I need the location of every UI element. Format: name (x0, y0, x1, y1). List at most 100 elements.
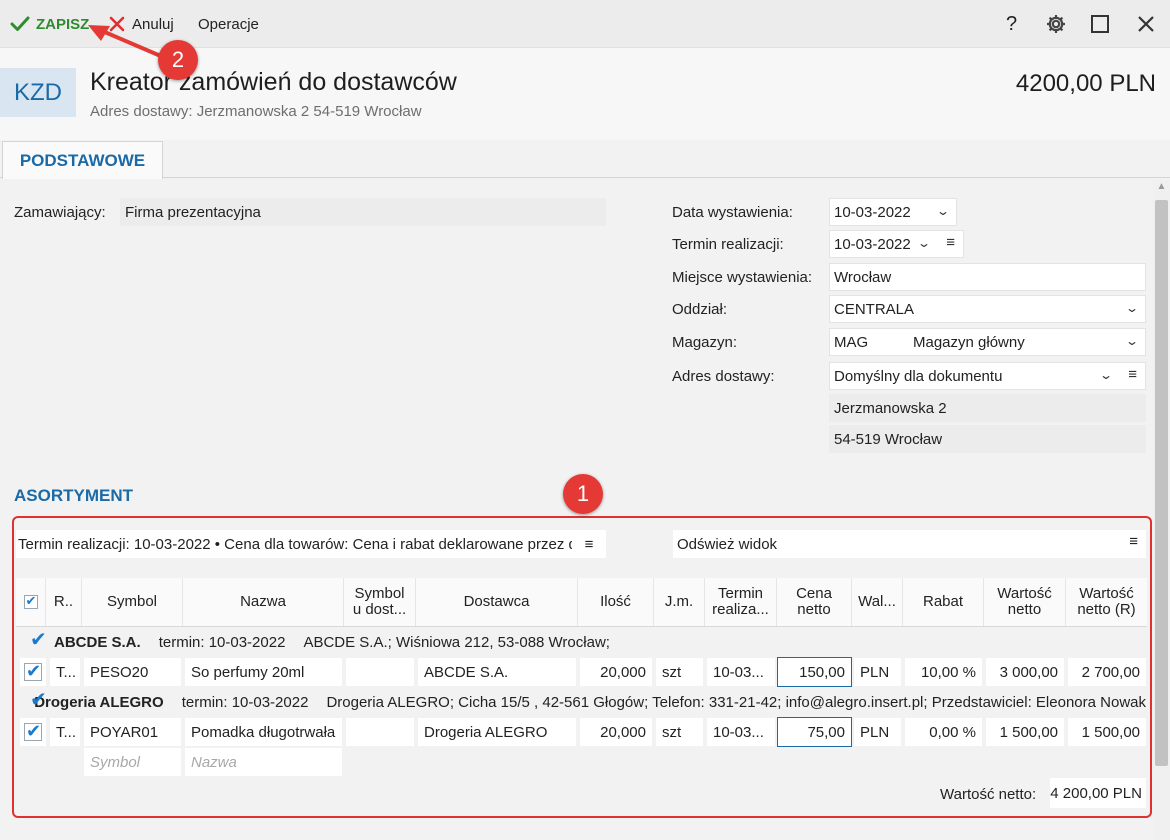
warehouse-select[interactable]: MAG Magazyn główny ⌄ (829, 328, 1146, 356)
cell-unit[interactable]: szt (656, 718, 703, 746)
column-header-term[interactable]: Termin realiza... (705, 578, 777, 626)
chevron-down-icon[interactable]: ⌄ (1099, 368, 1113, 382)
group-details: Drogeria ALEGRO; Cicha 15/5 , 42-561 Gło… (326, 693, 1146, 711)
tab-basic[interactable]: PODSTAWOWE (2, 141, 163, 179)
group-row[interactable]: ✔ Drogeria ALEGRO termin: 10-03-2022 Dro… (16, 688, 1146, 716)
address-label: Adres dostawy: (672, 368, 775, 385)
chevron-down-icon[interactable]: ⌄ (1125, 334, 1139, 348)
header-divider (16, 626, 1147, 627)
annotation-badge-1: 1 (563, 474, 603, 514)
checkmark-icon: ✔ (30, 629, 47, 651)
orderer-label: Zamawiający: (14, 204, 106, 221)
scrollbar-thumb[interactable] (1155, 200, 1168, 766)
column-select-all[interactable]: ✔ (16, 578, 46, 626)
select-all-checkbox[interactable]: ✔ (23, 593, 38, 609)
cell-supplier-symbol[interactable] (346, 718, 414, 746)
cell-r[interactable]: T... (50, 658, 80, 686)
cell-net-price[interactable]: 150,00 (777, 657, 852, 687)
cell-quantity[interactable]: 20,000 (580, 658, 652, 686)
column-header-symbol[interactable]: Symbol (82, 578, 183, 626)
total-net-label: Wartość netto: (940, 786, 1037, 803)
orderer-field[interactable]: Firma prezentacyjna (120, 198, 606, 226)
cell-unit[interactable]: szt (656, 658, 703, 686)
menu-icon[interactable]: ≡ (1128, 366, 1137, 383)
refresh-view-button[interactable]: Odśwież widok ≡ (673, 530, 1146, 558)
cell-net-value[interactable]: 1 500,00 (986, 718, 1064, 746)
checkmark-icon: ✔ (30, 689, 47, 711)
menu-icon[interactable]: ≡ (946, 234, 955, 251)
group-checkbox[interactable]: ✔ (16, 688, 47, 716)
place-field[interactable]: Wrocław (829, 263, 1146, 291)
place-label: Miejsce wystawienia: (672, 269, 813, 286)
group-term: termin: 10-03-2022 (181, 693, 309, 711)
cell-name[interactable]: Pomadka długotrwała (185, 718, 342, 746)
scroll-up-icon[interactable]: ▲ (1155, 181, 1168, 195)
cell-currency[interactable]: PLN (854, 658, 901, 686)
cell-supplier[interactable]: ABCDE S.A. (418, 658, 576, 686)
warehouse-code: MAG (834, 333, 869, 351)
column-header-supplier[interactable]: Dostawca (416, 578, 578, 626)
address-select[interactable]: Domyślny dla dokumentu ⌄ ≡ (829, 362, 1146, 390)
chevron-down-icon[interactable]: ⌄ (936, 204, 950, 218)
address-value: Domyślny dla dokumentu (834, 367, 1003, 385)
column-header-net-price[interactable]: Cena netto (777, 578, 852, 626)
tab-bar: PODSTAWOWE (0, 140, 1170, 179)
group-term: termin: 10-03-2022 (158, 633, 286, 651)
branch-label: Oddział: (672, 301, 728, 318)
menu-icon[interactable]: ≡ (572, 530, 606, 558)
due-date-field[interactable]: 10-03-2022 ⌄ ≡ (829, 230, 964, 258)
menu-icon[interactable]: ≡ (1129, 533, 1138, 550)
cell-discount[interactable]: 0,00 % (905, 718, 982, 746)
cell-net-value[interactable]: 3 000,00 (986, 658, 1064, 686)
warehouse-name: Magazyn główny (913, 333, 1025, 351)
checkmark-icon: ✔ (25, 593, 37, 608)
cell-net-value-r[interactable]: 2 700,00 (1068, 658, 1146, 686)
branch-select[interactable]: CENTRALA ⌄ (829, 295, 1146, 323)
address-line2: 54-519 Wrocław (829, 425, 1146, 453)
due-date-label: Termin realizacji: (672, 236, 784, 253)
annotation-badge-2: 2 (158, 40, 198, 80)
new-row-symbol-input[interactable]: Symbol (84, 748, 181, 776)
cell-symbol[interactable]: PESO20 (84, 658, 181, 686)
filter-summary-field[interactable]: Termin realizacji: 10-03-2022 • Cena dla… (16, 530, 606, 558)
cell-r[interactable]: T... (50, 718, 80, 746)
cell-currency[interactable]: PLN (854, 718, 901, 746)
group-checkbox[interactable]: ✔ (16, 628, 54, 656)
cell-term[interactable]: 10-03... (707, 718, 775, 746)
cell-supplier-symbol[interactable] (346, 658, 414, 686)
cell-symbol[interactable]: POYAR01 (84, 718, 181, 746)
column-header-r[interactable]: R.. (46, 578, 82, 626)
column-header-supplier-symbol[interactable]: Symbol u dost... (344, 578, 416, 626)
chevron-down-icon[interactable]: ⌄ (1125, 301, 1139, 315)
cell-name[interactable]: So perfumy 20ml (185, 658, 342, 686)
column-header-net-value-r[interactable]: Wartość netto (R) (1066, 578, 1147, 626)
cell-term[interactable]: 10-03... (707, 658, 775, 686)
cell-net-value-r[interactable]: 1 500,00 (1068, 718, 1146, 746)
new-row-name-input[interactable]: Nazwa (185, 748, 342, 776)
cell-discount[interactable]: 10,00 % (905, 658, 982, 686)
issue-date-field[interactable]: 10-03-2022 ⌄ (829, 198, 957, 226)
column-header-unit[interactable]: J.m. (654, 578, 705, 626)
issue-date-label: Data wystawienia: (672, 204, 793, 221)
section-title: ASORTYMENT (14, 486, 133, 505)
column-header-net-value[interactable]: Wartość netto (984, 578, 1066, 626)
cell-quantity[interactable]: 20,000 (580, 718, 652, 746)
issue-date-value: 10-03-2022 (834, 203, 911, 221)
checkmark-icon: ✔ (26, 661, 42, 681)
chevron-down-icon[interactable]: ⌄ (917, 236, 931, 250)
group-row[interactable]: ✔ ABCDE S.A. termin: 10-03-2022 ABCDE S.… (16, 628, 1146, 656)
warehouse-label: Magazyn: (672, 334, 738, 351)
column-header-quantity[interactable]: Ilość (578, 578, 654, 626)
column-header-discount[interactable]: Rabat (903, 578, 984, 626)
address-line1: Jerzmanowska 2 (829, 394, 1146, 422)
row-checkbox-cell[interactable]: ✔ (20, 658, 46, 686)
column-header-name[interactable]: Nazwa (183, 578, 344, 626)
cell-supplier[interactable]: Drogeria ALEGRO (418, 718, 576, 746)
group-supplier-name: Drogeria ALEGRO (34, 693, 164, 711)
total-net-value: 4 200,00 PLN (1050, 778, 1146, 808)
row-checkbox-cell[interactable]: ✔ (20, 718, 46, 746)
group-details: ABCDE S.A.; Wiśniowa 212, 53-088 Wrocław… (303, 633, 610, 651)
cell-net-price[interactable]: 75,00 (777, 717, 852, 747)
branch-value: CENTRALA (834, 300, 915, 318)
column-header-currency[interactable]: Wal... (852, 578, 903, 626)
